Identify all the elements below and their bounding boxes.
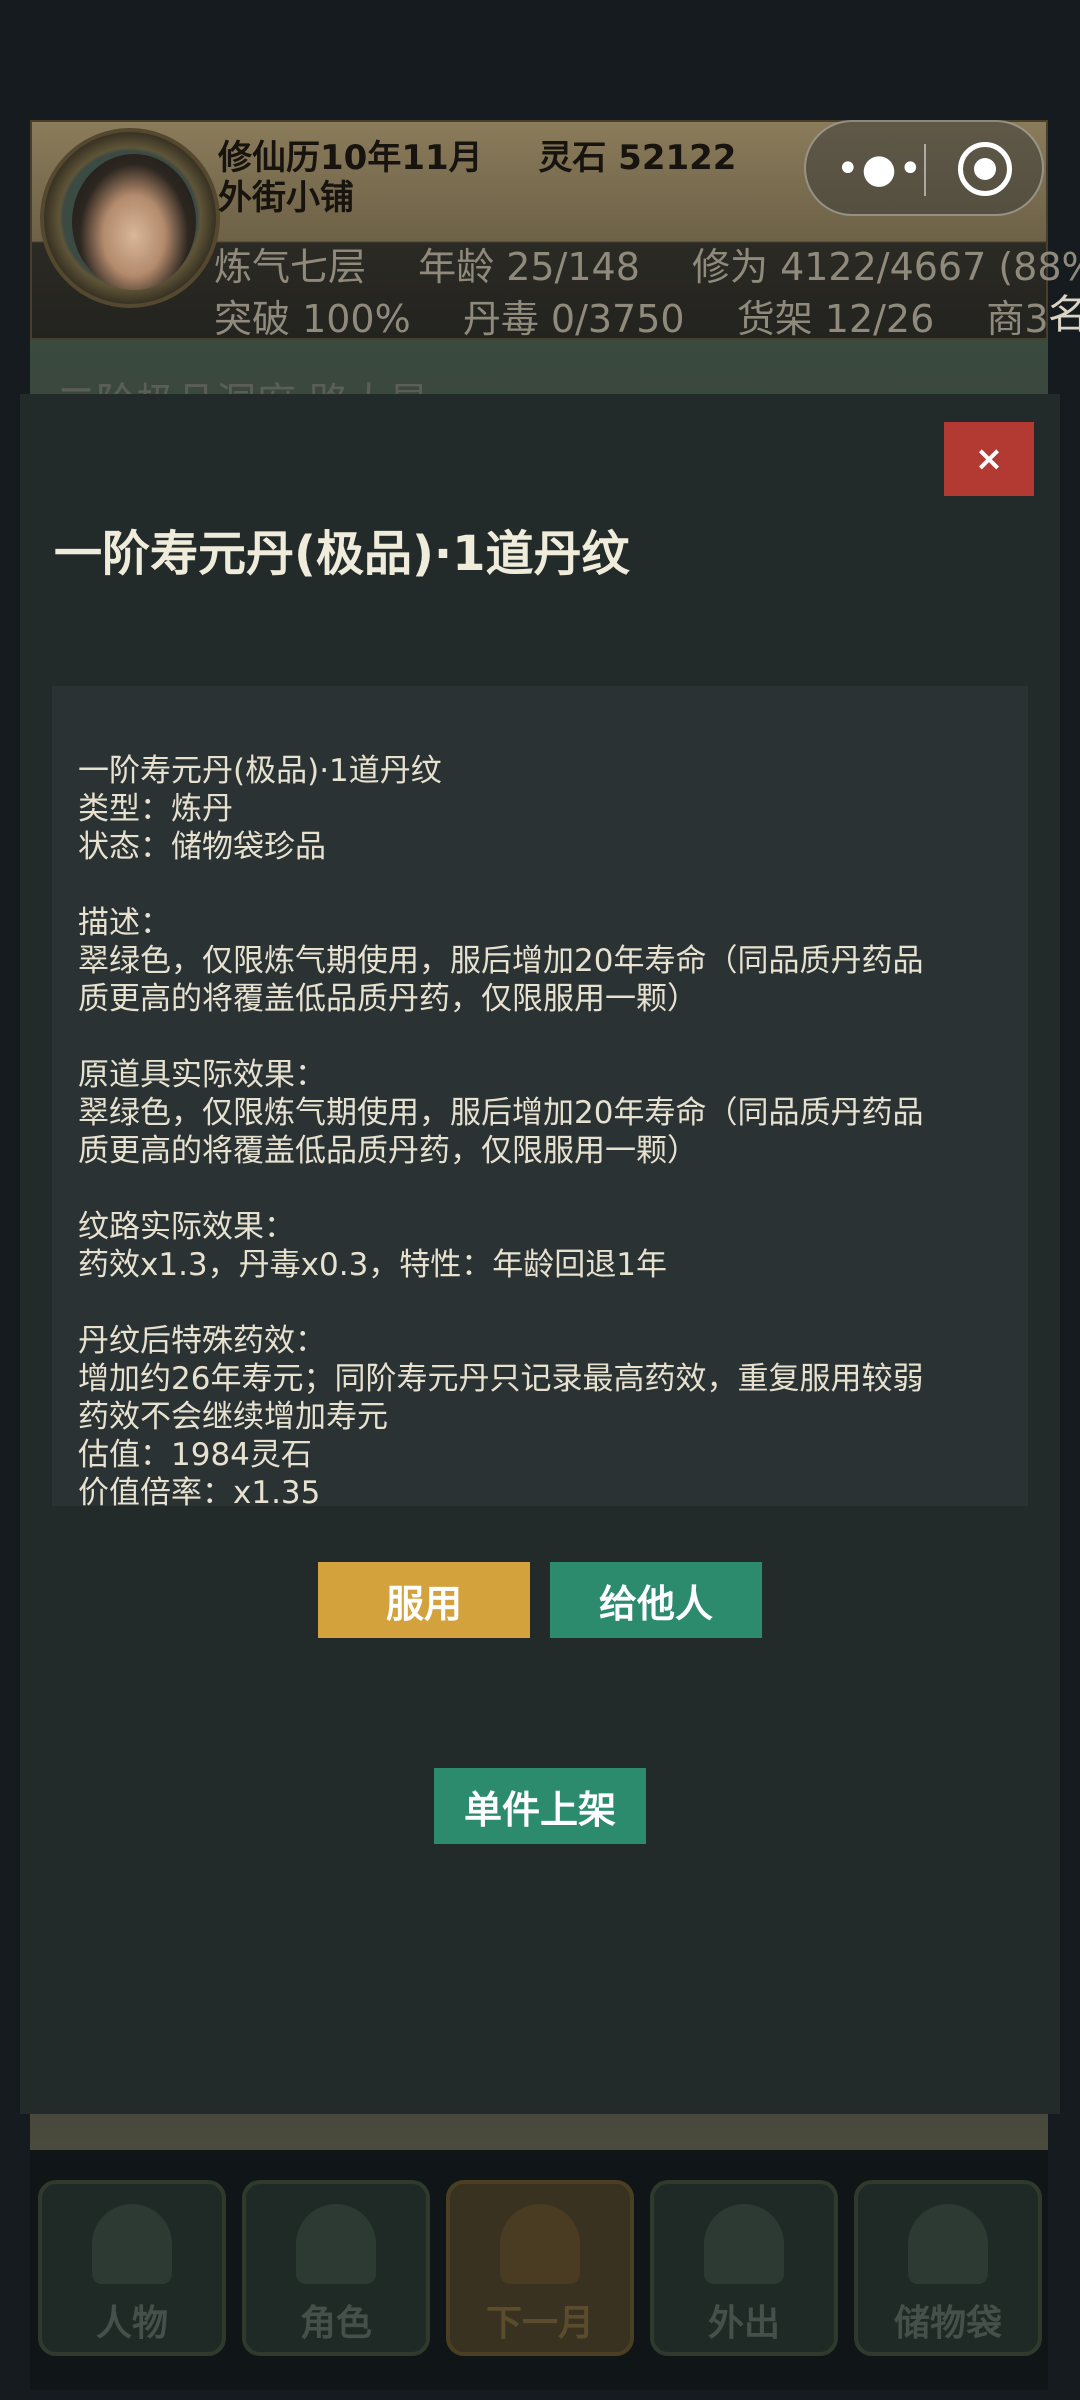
character-icon <box>296 2204 376 2284</box>
nav-label: 角色 <box>299 2303 372 2344</box>
nav-item-next-month[interactable]: 下一月 <box>446 2180 634 2356</box>
description-line: 质更高的将覆盖低品质丹药，仅限服用一颗） <box>78 981 698 1017</box>
flag-icon <box>500 2204 580 2284</box>
name-tag: 名 <box>1048 292 1080 338</box>
person-icon <box>92 2204 172 2284</box>
original-effect-heading: 原道具实际效果： <box>78 1057 326 1093</box>
pattern-effect-line: 药效x1.3，丹毒x0.3，特性：年龄回退1年 <box>78 1247 668 1283</box>
original-effect-line: 质更高的将覆盖低品质丹药，仅限服用一颗） <box>78 1133 698 1169</box>
location: 外街小铺 <box>218 178 354 218</box>
miniprogram-capsule: •●• <box>804 120 1044 216</box>
cultivation: 修为 4122/4667 (88%) <box>691 245 1080 289</box>
more-icon[interactable]: •●• <box>836 146 924 192</box>
spirit-stones: 灵石 52122 <box>538 138 737 178</box>
avatar-portrait <box>72 154 196 290</box>
stats-row-2: 突破 100% 丹毒 0/3750 货架 12/26 商3 <box>214 288 1080 343</box>
nav-item-go-out[interactable]: 外出 <box>650 2180 838 2356</box>
close-miniprogram-icon[interactable] <box>958 142 1012 196</box>
nav-label: 下一月 <box>485 2303 594 2344</box>
bottom-nav: 人物 角色 下一月 外出 储物袋 <box>30 2150 1048 2390</box>
nav-item-storage-bag[interactable]: 储物袋 <box>854 2180 1042 2356</box>
item-status: 状态：储物袋珍品 <box>78 829 326 865</box>
nav-item-person[interactable]: 人物 <box>38 2180 226 2356</box>
item-name: 一阶寿元丹(极品)·1道丹纹 <box>78 753 442 789</box>
item-detail-box[interactable]: 一阶寿元丹(极品)·1道丹纹 类型：炼丹 状态：储物袋珍品 描述： 翠绿色，仅限… <box>52 686 1028 1506</box>
nav-item-character[interactable]: 角色 <box>242 2180 430 2356</box>
description-line: 翠绿色，仅限炼气期使用，服后增加20年寿命（同品质丹药品 <box>78 943 924 979</box>
original-effect-line: 翠绿色，仅限炼气期使用，服后增加20年寿命（同品质丹药品 <box>78 1095 924 1131</box>
value-multiplier: 价值倍率：x1.35 <box>78 1475 321 1506</box>
take-button[interactable]: 服用 <box>318 1562 530 1638</box>
realm: 炼气七层 <box>214 245 367 289</box>
action-buttons: 服用 给他人 <box>20 1562 1060 1638</box>
capsule-divider <box>924 144 926 196</box>
nav-label: 人物 <box>95 2303 168 2344</box>
avatar[interactable] <box>40 128 220 308</box>
age: 年龄 25/148 <box>418 245 640 289</box>
special-effect-heading: 丹纹后特殊药效： <box>78 1323 326 1359</box>
item-detail-modal: × 一阶寿元丹(极品)·1道丹纹 一阶寿元丹(极品)·1道丹纹 类型：炼丹 状态… <box>20 394 1060 2114</box>
special-effect-line: 药效不会继续增加寿元 <box>78 1399 388 1435</box>
modal-title: 一阶寿元丹(极品)·1道丹纹 <box>54 526 630 582</box>
close-button[interactable]: × <box>944 422 1034 496</box>
item-value: 估值：1984灵石 <box>78 1437 312 1473</box>
item-type: 类型：炼丹 <box>78 791 233 827</box>
description-heading: 描述： <box>78 905 171 941</box>
merchant-level: 商3 <box>986 297 1049 341</box>
nav-label: 储物袋 <box>893 2303 1002 2344</box>
give-button[interactable]: 给他人 <box>550 1562 762 1638</box>
special-effect-line: 增加约26年寿元；同阶寿元丹只记录最高药效，重复服用较弱 <box>78 1361 924 1397</box>
bag-icon <box>908 2204 988 2284</box>
list-single-button[interactable]: 单件上架 <box>434 1768 646 1844</box>
nav-label: 外出 <box>707 2303 780 2344</box>
pill-toxicity: 丹毒 0/3750 <box>462 297 685 341</box>
shelf: 货架 12/26 <box>736 297 935 341</box>
lotus-icon <box>704 2204 784 2284</box>
pattern-effect-heading: 纹路实际效果： <box>78 1209 295 1245</box>
breakthrough: 突破 100% <box>214 297 411 341</box>
stats-row-1: 炼气七层 年龄 25/148 修为 4122/4667 (88%) <box>214 236 1080 291</box>
